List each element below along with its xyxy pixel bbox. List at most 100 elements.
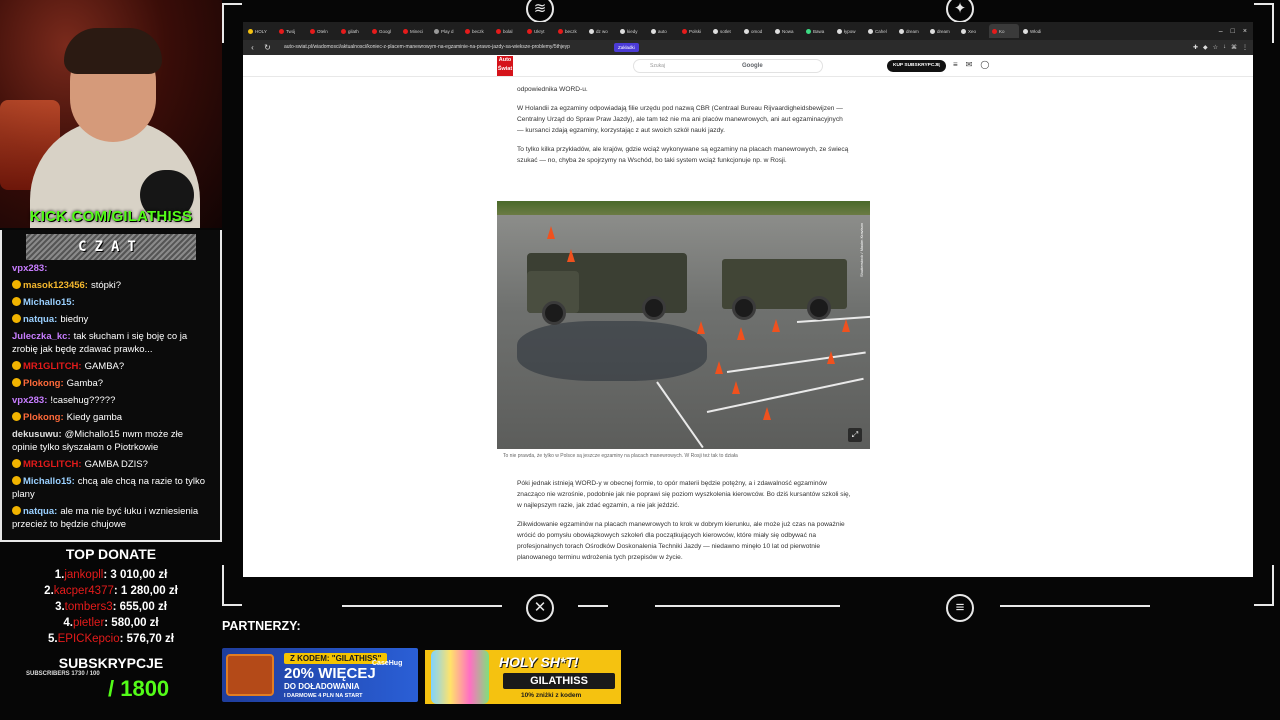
wheel <box>542 301 566 325</box>
webcam-feed: KICK.COM/GILATHISS <box>0 0 222 228</box>
minimize-icon[interactable]: – <box>1219 28 1223 35</box>
browser-tab[interactable]: Xeo <box>958 24 988 38</box>
browser-tab-active[interactable]: Ko <box>989 24 1019 38</box>
address-bar[interactable]: auto-swiat.pl/wiadomosci/aktualnosci/kon… <box>278 42 608 53</box>
tab-label: Ko <box>999 28 1005 34</box>
browser-tab[interactable]: omod <box>741 24 771 38</box>
site-logo[interactable]: Auto Świat <box>497 56 513 76</box>
article-paragraph: Póki jednak istnieją WORD-y w obecnej fo… <box>517 480 851 509</box>
browser-tab[interactable]: Ukryt <box>524 24 554 38</box>
extension-icon[interactable]: ✚ <box>1193 44 1198 51</box>
browser-tab[interactable]: gilath <box>338 24 368 38</box>
shield-icon[interactable]: ◆ <box>1203 44 1208 51</box>
tab-label: beczk <box>472 28 484 34</box>
chat-message: Juleczka_kc: tak słucham i się boję co ja… <box>12 330 210 356</box>
tab-label: Xeo <box>968 28 977 34</box>
tab-favicon-icon <box>992 28 997 34</box>
browser-tab[interactable]: Polski <box>679 24 709 38</box>
browser-tab[interactable]: Oteln <box>307 24 337 38</box>
frame-line <box>655 605 840 607</box>
top-donate-title: TOP DONATE <box>65 546 157 562</box>
tab-label: Twój <box>286 28 296 34</box>
download-icon[interactable]: ↓ <box>1223 44 1226 51</box>
article-paragraph: Zlikwidowanie egzaminów na placach manew… <box>517 521 845 561</box>
logo-icon: ≋ <box>526 0 554 23</box>
bookmarks-chip[interactable]: Zakładki <box>614 43 639 52</box>
sub-badge-icon <box>12 459 21 468</box>
article-photo[interactable]: Shutterstock / Maxim Kravtsov ⤢ <box>497 201 870 449</box>
subs-counter: SUBSCRIBERS 1730 / 100 <box>26 671 100 677</box>
donate-amount: : 576,70 zł <box>119 633 174 645</box>
traffic-cone <box>842 319 850 332</box>
chat-message: vpx283: !casehug????? <box>12 394 210 407</box>
reload-icon[interactable]: ↻ <box>263 43 272 52</box>
browser-tab[interactable]: beczk <box>462 24 492 38</box>
browser-tab[interactable]: sotlet <box>710 24 740 38</box>
traffic-cone <box>827 351 835 364</box>
ad-code: GILATHISS <box>503 673 615 689</box>
sub-badge-icon <box>12 378 21 387</box>
browser-tab[interactable]: auto <box>648 24 678 38</box>
sub-badge-icon <box>12 297 21 306</box>
ad-note: I DARMOWE 4 PLN NA START <box>284 693 363 699</box>
mail-icon[interactable]: ✉ <box>966 60 973 69</box>
menu-icon[interactable]: ⋮ <box>1242 44 1248 51</box>
tab-favicon-icon <box>868 28 873 34</box>
site-search-input[interactable]: Szukaj Google <box>633 59 823 73</box>
frame-line <box>222 565 224 605</box>
chat-username: natqua: <box>23 314 58 325</box>
donate-amount: : 3 010,00 zł <box>103 569 168 581</box>
sub-badge-icon <box>12 506 21 515</box>
frame-line <box>1000 605 1150 607</box>
browser-tab[interactable]: HOLY <box>245 24 275 38</box>
puzzle-icon[interactable]: ⌘ <box>1231 44 1237 51</box>
browser-tab[interactable]: beczk <box>555 24 585 38</box>
traffic-cone <box>772 319 780 332</box>
browser-tab[interactable]: dream <box>896 24 926 38</box>
browser-tab[interactable]: Play d <box>431 24 461 38</box>
tab-favicon-icon <box>310 28 315 34</box>
browser-tab[interactable]: Bawa <box>803 24 833 38</box>
maximize-icon[interactable]: □ <box>1231 28 1235 35</box>
frame-line <box>222 3 242 5</box>
hamburger-menu-icon[interactable]: ≡ <box>953 60 958 69</box>
expand-icon[interactable]: ⤢ <box>848 428 862 442</box>
browser-tab[interactable]: Cahel <box>865 24 895 38</box>
tab-favicon-icon <box>372 28 377 34</box>
traffic-cone <box>567 249 575 262</box>
back-icon[interactable]: ‹ <box>248 43 257 52</box>
chat-username: masok123456: <box>23 280 88 291</box>
chat-username: natqua: <box>23 506 58 517</box>
chat-message: MR1GLITCH: GAMBA? <box>12 360 210 373</box>
tab-favicon-icon <box>930 28 935 34</box>
browser-tab[interactable]: Mineci <box>400 24 430 38</box>
chat-messages: vpx283: masok123456: stópki? Michallo15: … <box>2 260 220 531</box>
browser-tab[interactable]: Nowa <box>772 24 802 38</box>
tab-favicon-icon <box>341 28 346 34</box>
browser-tab[interactable]: kiedy <box>617 24 647 38</box>
donate-row: 4.pietler: 580,00 zł <box>0 615 222 631</box>
tab-favicon-icon <box>713 28 718 34</box>
user-icon[interactable]: ◯ <box>980 60 989 69</box>
tab-favicon-icon <box>744 28 749 34</box>
browser-tab[interactable]: Googl <box>369 24 399 38</box>
browser-tab[interactable]: dream <box>927 24 957 38</box>
browser-tab[interactable]: dz wo <box>586 24 616 38</box>
chat-text: !casehug????? <box>50 395 116 406</box>
donor-name: EPICKepcio <box>57 633 120 645</box>
site-header-icons: ≡ ✉ ◯ <box>953 60 989 69</box>
tab-label: Oteln <box>317 28 328 34</box>
casehug-ad: Z KODEM: "GILATHISS" CaseHug 20% WIĘCEJ … <box>222 648 418 702</box>
browser-tab[interactable]: łypow <box>834 24 864 38</box>
chest-icon <box>226 654 274 696</box>
photo-caption: To nie prawda, że tylko w Polsce są jesz… <box>503 453 738 459</box>
chat-text: biedny <box>60 314 89 325</box>
frame-line <box>1272 565 1274 605</box>
browser-tab[interactable]: Włodi <box>1020 24 1050 38</box>
tab-favicon-icon <box>837 28 842 34</box>
star-icon[interactable]: ☆ <box>1213 44 1218 51</box>
browser-tab[interactable]: bolal <box>493 24 523 38</box>
close-icon[interactable]: × <box>1243 28 1247 35</box>
browser-tab[interactable]: Twój <box>276 24 306 38</box>
subscribe-button[interactable]: KUP SUBSKRYPCJĘ <box>887 60 947 72</box>
